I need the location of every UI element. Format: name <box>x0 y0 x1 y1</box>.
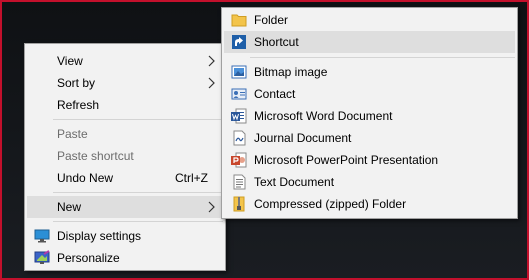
menu-item-label: Display settings <box>57 229 142 243</box>
menu-item-paste-shortcut[interactable]: Paste shortcut <box>27 145 223 167</box>
menu-item-label: Undo New <box>57 171 114 185</box>
shortcut-icon <box>231 34 247 50</box>
submenu-item-text-document[interactable]: Text Document <box>224 171 515 193</box>
menu-item-label: Text Document <box>254 175 335 189</box>
menu-item-label: Folder <box>254 13 289 27</box>
submenu-item-powerpoint[interactable]: Microsoft PowerPoint Presentation <box>224 149 515 171</box>
text-document-icon <box>231 174 247 190</box>
submenu-item-bitmap-image[interactable]: Bitmap image <box>224 61 515 83</box>
menu-item-label: Bitmap image <box>254 65 328 79</box>
contact-icon <box>231 86 247 102</box>
menu-item-label: Refresh <box>57 98 100 112</box>
submenu-item-contact[interactable]: Contact <box>224 83 515 105</box>
menu-separator <box>53 221 223 222</box>
menu-item-label: Shortcut <box>254 35 299 49</box>
menu-item-label: Microsoft Word Document <box>254 109 393 123</box>
powerpoint-icon <box>231 152 247 168</box>
submenu-item-journal-document[interactable]: Journal Document <box>224 127 515 149</box>
new-submenu: Folder Shortcut Bitmap image Contact Mic… <box>221 7 518 219</box>
submenu-item-folder[interactable]: Folder <box>224 9 515 31</box>
menu-item-label: Paste <box>57 127 88 141</box>
menu-item-paste[interactable]: Paste <box>27 123 223 145</box>
menu-item-sort-by[interactable]: Sort by <box>27 72 223 94</box>
chevron-right-icon <box>205 55 217 67</box>
chevron-right-icon <box>205 77 217 89</box>
menu-item-label: Contact <box>254 87 296 101</box>
menu-item-label: Microsoft PowerPoint Presentation <box>254 153 439 167</box>
menu-item-label: Personalize <box>57 251 120 265</box>
desktop-context-menu: View Sort by Refresh Paste Paste shortcu… <box>24 43 226 271</box>
menu-item-label: Sort by <box>57 76 96 90</box>
menu-item-label: Paste shortcut <box>57 149 134 163</box>
submenu-item-word-document[interactable]: Microsoft Word Document <box>224 105 515 127</box>
zip-folder-icon <box>231 196 247 212</box>
personalize-icon <box>34 250 50 266</box>
menu-item-new[interactable]: New <box>27 196 223 218</box>
submenu-item-zip-folder[interactable]: Compressed (zipped) Folder <box>224 193 515 215</box>
menu-item-refresh[interactable]: Refresh <box>27 94 223 116</box>
menu-separator <box>250 57 515 58</box>
menu-separator <box>53 119 223 120</box>
menu-item-label: New <box>57 200 82 214</box>
menu-separator <box>53 192 223 193</box>
menu-item-label: Compressed (zipped) Folder <box>254 197 407 211</box>
word-document-icon <box>231 108 247 124</box>
menu-item-label: Journal Document <box>254 131 352 145</box>
submenu-item-shortcut[interactable]: Shortcut <box>224 31 515 53</box>
display-settings-icon <box>34 228 50 244</box>
menu-item-view[interactable]: View <box>27 50 223 72</box>
menu-item-undo-new[interactable]: Undo New Ctrl+Z <box>27 167 223 189</box>
menu-item-display-settings[interactable]: Display settings <box>27 225 223 247</box>
journal-document-icon <box>231 130 247 146</box>
menu-item-personalize[interactable]: Personalize <box>27 247 223 269</box>
folder-icon <box>231 12 247 28</box>
keyboard-shortcut: Ctrl+Z <box>175 171 208 185</box>
menu-item-label: View <box>57 54 83 68</box>
bitmap-icon <box>231 64 247 80</box>
chevron-right-icon <box>205 201 217 213</box>
